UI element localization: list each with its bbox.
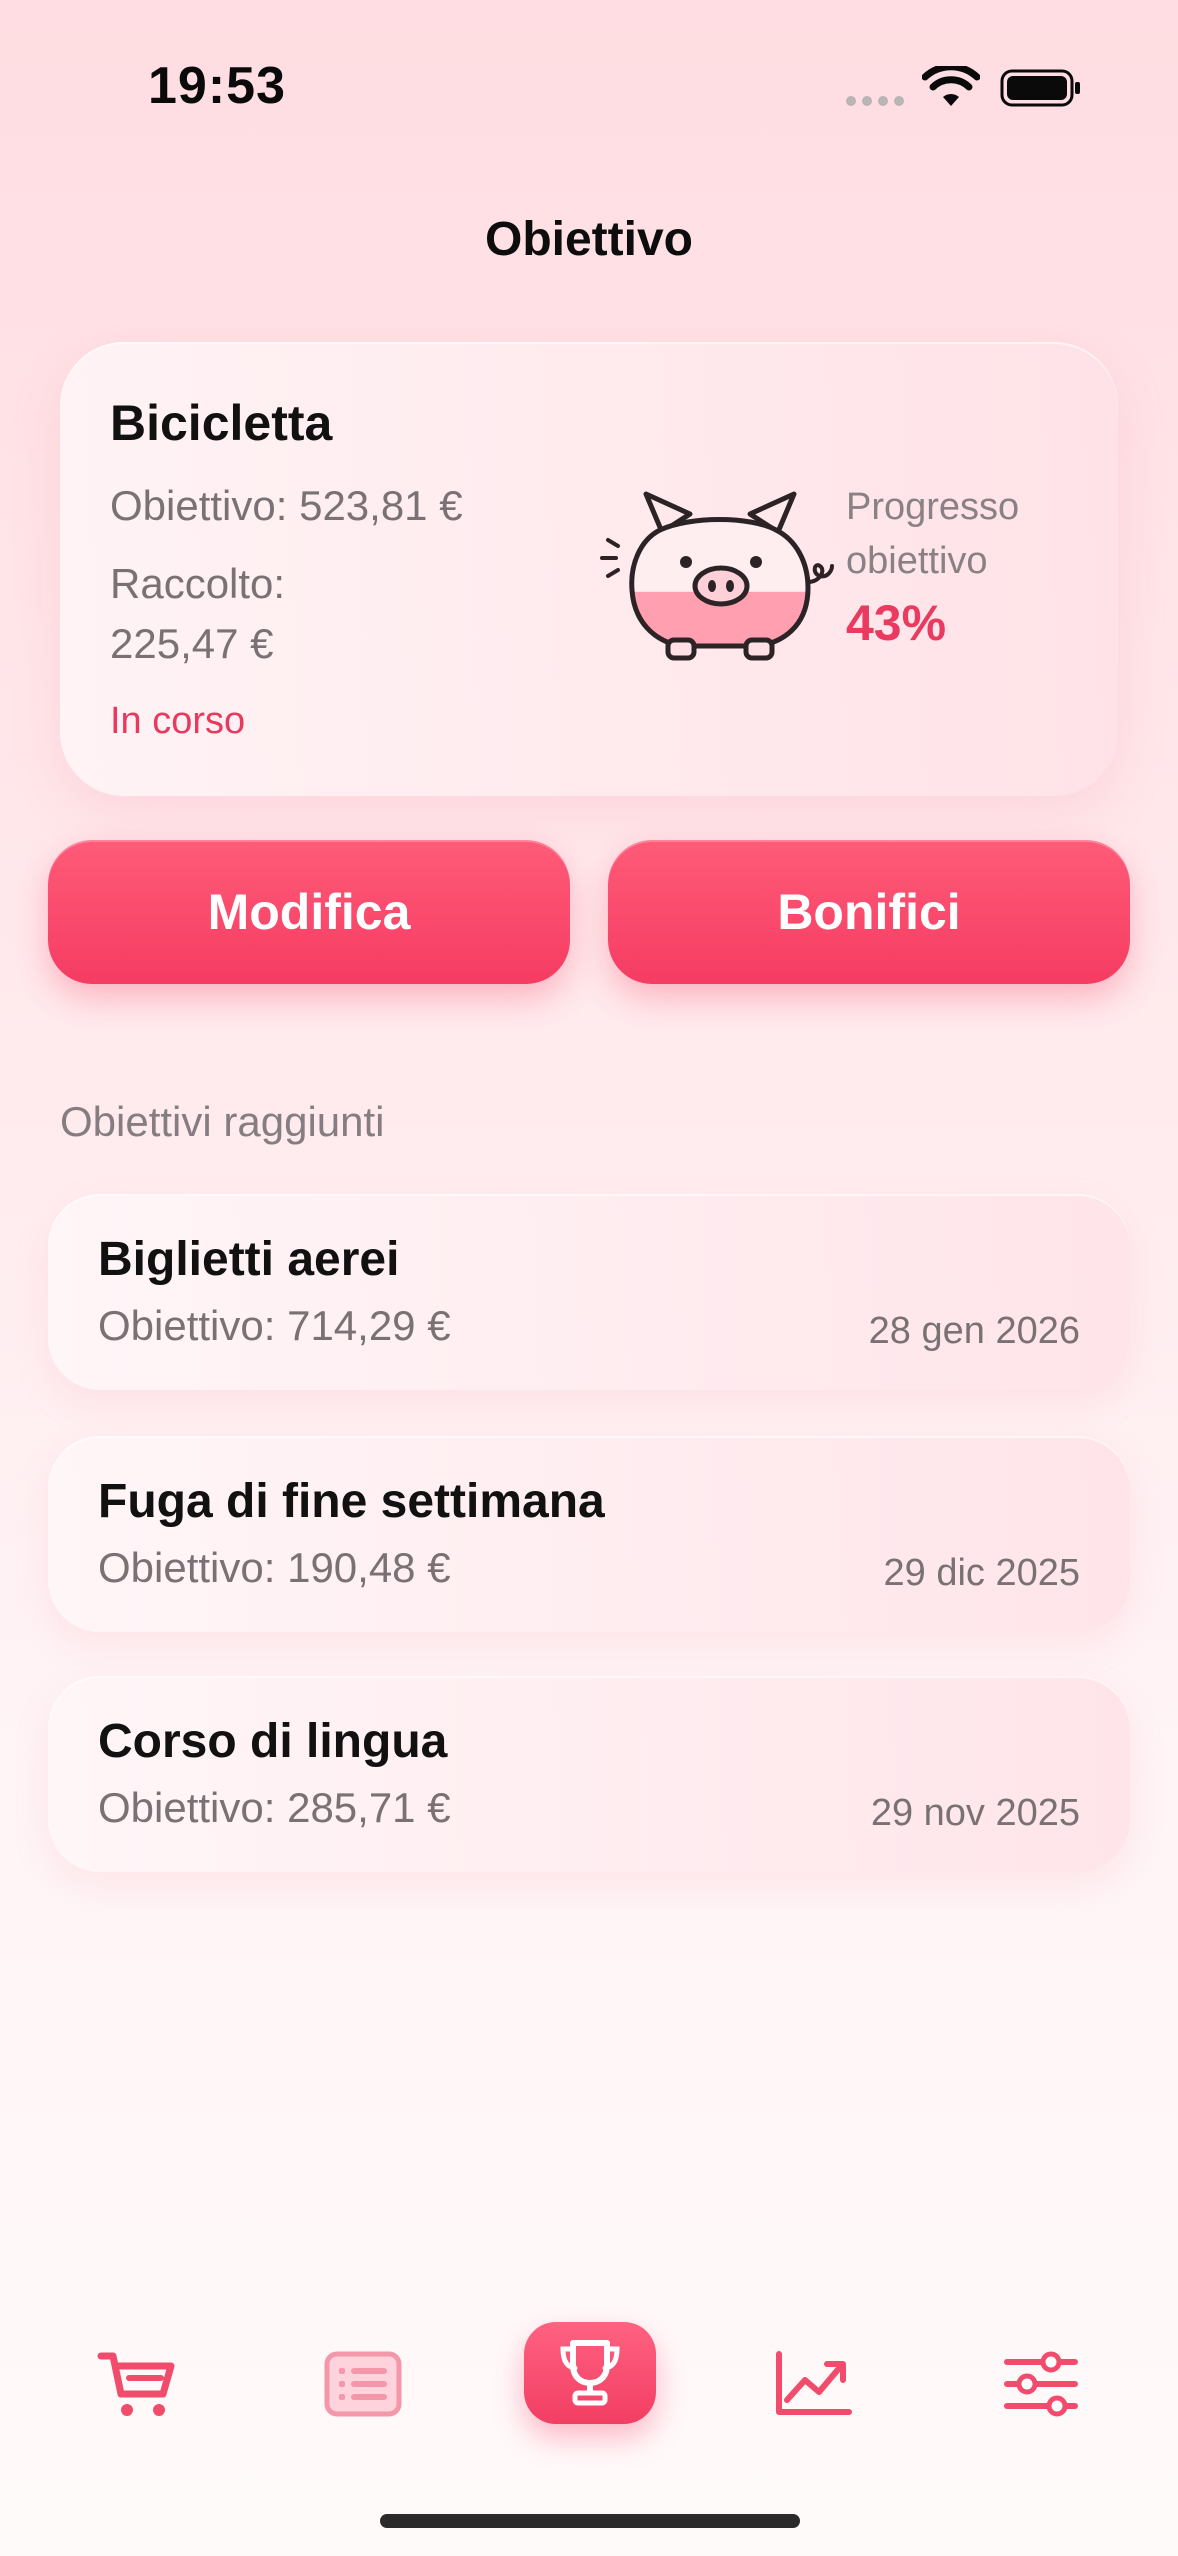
achieved-goal-target: Obiettivo: 190,48 € (98, 1544, 451, 1591)
cart-icon (97, 2352, 175, 2416)
achieved-goal-date: 29 nov 2025 (870, 1792, 1080, 1834)
tab-settings[interactable] (996, 2346, 1086, 2422)
tab-shopping[interactable] (92, 2346, 182, 2422)
achieved-goal-target: Obiettivo: 285,71 € (98, 1784, 451, 1831)
current-goal-card[interactable]: Bicicletta Obiettivo: 523,81 € Raccolto:… (60, 342, 1118, 796)
tab-stats[interactable] (768, 2346, 858, 2422)
piggy-bank-icon (600, 491, 834, 661)
progress-value: 43% (846, 595, 947, 651)
page-title: Obiettivo (484, 213, 693, 266)
wifi-icon (922, 66, 980, 106)
achieved-goal-date: 28 gen 2026 (868, 1310, 1080, 1352)
progress-label: Progresso (846, 486, 1020, 528)
transfers-button[interactable]: Bonifici (608, 840, 1130, 984)
trophy-icon (560, 2340, 620, 2406)
achieved-goal-name: Corso di lingua (98, 1715, 448, 1768)
goal-name: Bicicletta (110, 395, 333, 451)
chart-icon (776, 2351, 852, 2415)
signal-icon (846, 96, 906, 106)
tab-list[interactable] (318, 2346, 408, 2422)
list-item[interactable]: Biglietti aerei Obiettivo: 714,29 € 28 g… (48, 1194, 1130, 1390)
list-item[interactable]: Corso di lingua Obiettivo: 285,71 € 29 n… (48, 1676, 1130, 1872)
achieved-goal-target: Obiettivo: 714,29 € (98, 1302, 451, 1349)
goal-target: Obiettivo: 523,81 € (110, 482, 463, 529)
goal-collected-value: 225,47 € (110, 620, 274, 667)
goal-status: In corso (110, 700, 246, 742)
achieved-goal-date: 29 dic 2025 (883, 1552, 1081, 1594)
progress-label-line2: obiettivo (846, 540, 988, 582)
tab-goals[interactable] (524, 2322, 656, 2424)
list-item[interactable]: Fuga di fine settimana Obiettivo: 190,48… (48, 1436, 1130, 1632)
sliders-icon (1004, 2351, 1078, 2417)
edit-button[interactable]: Modifica (48, 840, 570, 984)
battery-icon (1000, 69, 1080, 107)
goal-collected-label: Raccolto: (110, 560, 286, 607)
achieved-goal-name: Fuga di fine settimana (98, 1475, 605, 1528)
home-indicator (380, 2514, 800, 2528)
status-bar: 19:53 (0, 0, 1178, 170)
status-time: 19:53 (148, 57, 286, 115)
achieved-section-title: Obiettivi raggiunti (60, 1098, 385, 1145)
list-icon (324, 2351, 402, 2417)
achieved-goal-name: Biglietti aerei (98, 1233, 400, 1286)
